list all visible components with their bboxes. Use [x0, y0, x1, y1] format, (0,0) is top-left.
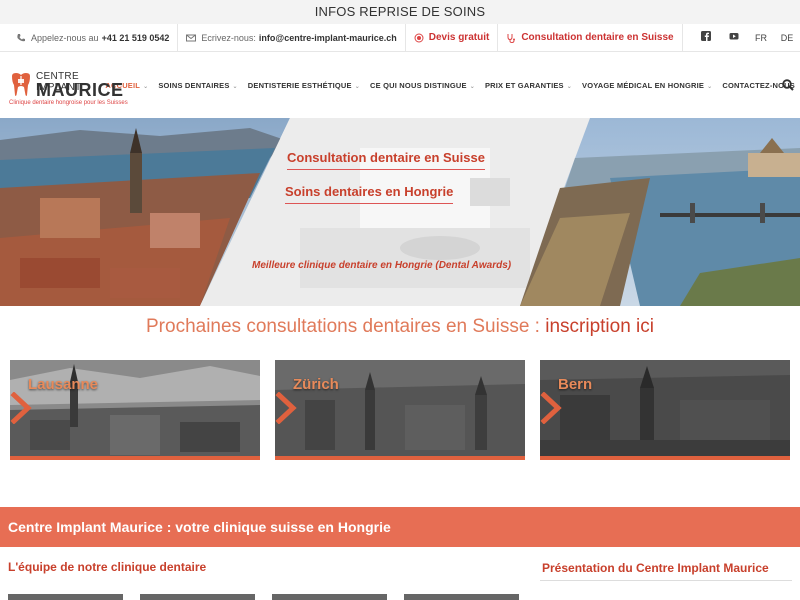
chevron-down-icon: ⌄ — [707, 83, 713, 90]
city-cards: Lausanne Zürich Bern — [10, 360, 790, 460]
hero-award: Meilleure clinique dentaire en Hongrie (… — [252, 260, 512, 271]
team-thumbnail[interactable] — [404, 594, 519, 600]
presentation-heading: Présentation du Centre Implant Maurice — [542, 561, 769, 575]
contact-bar: Appelez-nous au +41 21 519 0542 Ecrivez-… — [0, 24, 800, 52]
city-image — [540, 360, 790, 456]
logo-line2: MAURICE — [36, 80, 124, 100]
phone-number[interactable]: +41 21 519 0542 — [102, 33, 170, 43]
hero-consultation-title[interactable]: Consultation dentaire en Suisse — [287, 150, 485, 170]
nav-soins-dentaires[interactable]: SOINS DENTAIRES ⌄ — [153, 81, 242, 90]
divider — [540, 580, 792, 581]
consult-link[interactable]: Consultation dentaire en Suisse — [498, 24, 683, 51]
email-icon — [186, 34, 197, 41]
consult-label[interactable]: Consultation dentaire en Suisse — [521, 32, 673, 43]
city-card-lausanne[interactable]: Lausanne — [10, 360, 260, 460]
chevron-down-icon: ⌄ — [469, 83, 475, 90]
hero-soins-title[interactable]: Soins dentaires en Hongrie — [285, 184, 454, 204]
city-name: Lausanne — [28, 376, 99, 393]
email-contact[interactable]: Ecrivez-nous: info@centre-implant-mauric… — [178, 24, 406, 51]
clinic-banner: Centre Implant Maurice : votre clinique … — [0, 507, 800, 547]
team-thumbnails — [8, 594, 519, 600]
quote-link[interactable]: Devis gratuit — [406, 24, 499, 51]
nav-label: CE QUI NOUS DISTINGUE — [369, 80, 467, 90]
phone-icon — [17, 33, 25, 41]
target-icon — [414, 33, 424, 42]
logo-tagline: Clinique dentaire hongroise pour les Sui… — [9, 100, 128, 106]
site-header: CENTRE IMPLANT MAURICE Clinique dentaire… — [0, 52, 800, 118]
chevron-down-icon: ⌄ — [143, 83, 149, 90]
email-label: Ecrivez-nous: — [201, 32, 256, 43]
chevron-right-icon[interactable] — [10, 392, 32, 424]
inscription-link[interactable]: inscription ici — [545, 316, 654, 337]
email-address[interactable]: info@centre-implant-maurice.ch — [259, 33, 397, 43]
nav-label: DENTISTERIE ESTHÉTIQUE — [247, 80, 352, 90]
city-name: Bern — [558, 376, 593, 393]
nav-ce-qui-nous-distingue[interactable]: CE QUI NOUS DISTINGUE ⌄ — [365, 81, 480, 90]
main-nav: ACCUEIL ⌄ SOINS DENTAIRES ⌄ DENTISTERIE ES… — [100, 81, 800, 90]
top-info-bar[interactable]: INFOS REPRISE DE SOINS — [0, 0, 800, 24]
chevron-right-icon[interactable] — [540, 392, 562, 424]
phone-label: Appelez-nous au — [31, 32, 99, 43]
stethoscope-icon — [507, 33, 516, 43]
banner-text: Centre Implant Maurice : votre clinique … — [8, 519, 391, 535]
hero-banner[interactable]: Consultation dentaire en Suisse Soins de… — [0, 118, 800, 306]
chevron-down-icon: ⌄ — [232, 83, 238, 90]
quote-label[interactable]: Devis gratuit — [429, 32, 490, 43]
search-icon[interactable] — [782, 79, 794, 91]
team-thumbnail[interactable] — [8, 594, 123, 600]
team-thumbnail[interactable] — [272, 594, 387, 600]
tooth-logo-icon — [12, 73, 30, 96]
youtube-icon[interactable] — [720, 31, 748, 44]
chevron-down-icon: ⌄ — [566, 83, 572, 90]
social-lang-group: FR DE — [692, 24, 800, 51]
nav-label: VOYAGE MÉDICAL EN HONGRIE — [582, 80, 705, 90]
city-card-zurich[interactable]: Zürich — [275, 360, 525, 460]
nav-dentisterie-esthetique[interactable]: DENTISTERIE ESTHÉTIQUE ⌄ — [243, 81, 365, 90]
consultations-title: Prochaines consultations dentaires en Su… — [146, 316, 540, 337]
nav-label: PRIX ET GARANTIES — [484, 80, 564, 90]
facebook-icon[interactable] — [692, 31, 720, 44]
nav-voyage-medical[interactable]: VOYAGE MÉDICAL EN HONGRIE ⌄ — [577, 81, 717, 90]
chevron-down-icon: ⌄ — [354, 83, 360, 90]
phone-contact[interactable]: Appelez-nous au +41 21 519 0542 — [8, 24, 179, 51]
nav-label: SOINS DENTAIRES — [158, 80, 230, 90]
consultations-heading: Prochaines consultations dentaires en Su… — [0, 316, 800, 338]
city-name: Zürich — [293, 376, 339, 393]
top-info-text[interactable]: INFOS REPRISE DE SOINS — [315, 4, 486, 19]
team-thumbnail[interactable] — [140, 594, 255, 600]
city-image — [10, 360, 260, 456]
team-heading: L'équipe de notre clinique dentaire — [8, 560, 207, 574]
city-image — [275, 360, 525, 456]
lang-fr[interactable]: FR — [748, 33, 774, 43]
hero-image — [0, 118, 800, 306]
chevron-right-icon[interactable] — [275, 392, 297, 424]
nav-prix-et-garanties[interactable]: PRIX ET GARANTIES ⌄ — [480, 81, 577, 90]
lang-de[interactable]: DE — [774, 33, 800, 43]
site-logo[interactable]: CENTRE IMPLANT MAURICE Clinique dentaire… — [8, 60, 128, 110]
city-card-bern[interactable]: Bern — [540, 360, 790, 460]
